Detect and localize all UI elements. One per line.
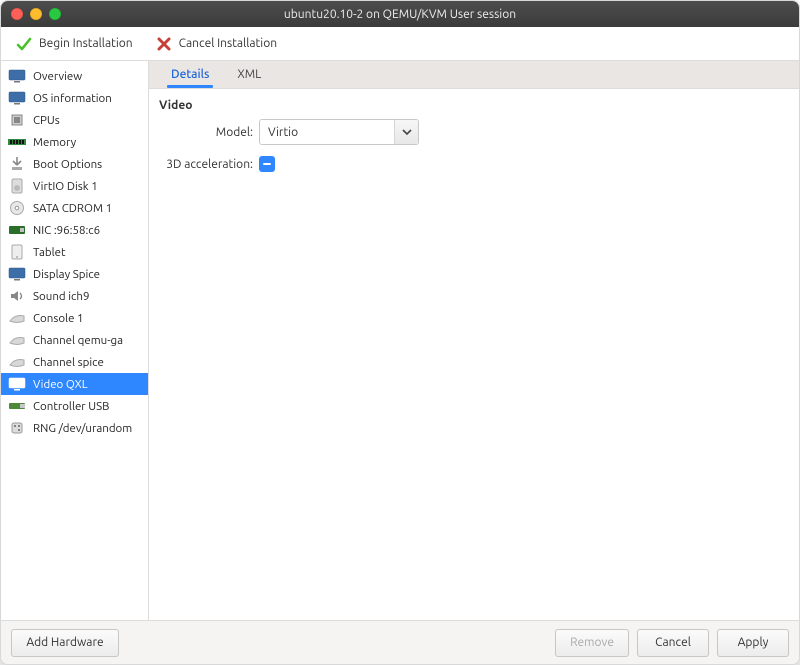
window-controls xyxy=(11,8,61,20)
sidebar-item-label: SATA CDROM 1 xyxy=(33,202,112,215)
rng-icon xyxy=(7,420,27,436)
sidebar-item-boot-options[interactable]: Boot Options xyxy=(1,153,148,175)
sidebar-list: Overview OS information CPUs Memory Boot Opt… xyxy=(1,61,148,620)
display-icon xyxy=(7,266,27,282)
content-tabs: Details XML xyxy=(149,61,799,89)
checkbox-indicator-icon xyxy=(263,163,271,165)
sidebar-item-label: RNG /dev/urandom xyxy=(33,422,132,435)
disk-icon xyxy=(7,178,27,194)
monitor-icon xyxy=(7,68,27,84)
sidebar-item-video-qxl[interactable]: Video QXL xyxy=(1,373,148,395)
sidebar-item-channel-qemu-ga[interactable]: Channel qemu-ga xyxy=(1,329,148,351)
sidebar-item-label: CPUs xyxy=(33,114,60,127)
sidebar-item-sata-cdrom-1[interactable]: SATA CDROM 1 xyxy=(1,197,148,219)
sidebar-item-label: OS information xyxy=(33,92,112,105)
sidebar-item-label: VirtIO Disk 1 xyxy=(33,180,98,193)
sidebar-item-label: Console 1 xyxy=(33,312,84,325)
monitor-icon xyxy=(7,90,27,106)
model-label: Model: xyxy=(159,126,259,139)
titlebar: ubuntu20.10-2 on QEMU/KVM User session xyxy=(1,1,799,27)
zoom-window-icon[interactable] xyxy=(49,8,61,20)
sidebar-item-label: Display Spice xyxy=(33,268,100,281)
sidebar-item-label: Channel qemu-ga xyxy=(33,334,123,347)
accel-checkbox[interactable] xyxy=(259,156,275,172)
cancel-x-icon xyxy=(155,35,173,53)
window: ubuntu20.10-2 on QEMU/KVM User session B… xyxy=(0,0,800,665)
model-value: Virtio xyxy=(268,126,298,139)
sidebar-item-memory[interactable]: Memory xyxy=(1,131,148,153)
checkmark-icon xyxy=(15,35,33,53)
apply-label: Apply xyxy=(738,636,769,649)
minimize-window-icon[interactable] xyxy=(30,8,42,20)
model-combobox[interactable]: Virtio xyxy=(259,119,419,145)
details-content: Details XML Video Model: Virtio 3D accele… xyxy=(149,61,799,620)
sidebar-item-cpus[interactable]: CPUs xyxy=(1,109,148,131)
cdrom-icon xyxy=(7,200,27,216)
tab-label: Details xyxy=(171,68,209,81)
sidebar-item-label: Video QXL xyxy=(33,378,88,391)
cancel-installation-button[interactable]: Cancel Installation xyxy=(149,32,283,56)
sidebar-item-channel-spice[interactable]: Channel spice xyxy=(1,351,148,373)
sidebar-item-label: Controller USB xyxy=(33,400,109,413)
chevron-down-icon xyxy=(394,120,418,144)
sidebar-item-label: Channel spice xyxy=(33,356,104,369)
cancel-installation-label: Cancel Installation xyxy=(179,37,277,50)
sidebar-item-controller-usb[interactable]: Controller USB xyxy=(1,395,148,417)
remove-button[interactable]: Remove xyxy=(555,629,629,657)
hardware-sidebar: Overview OS information CPUs Memory Boot Opt… xyxy=(1,61,149,620)
sidebar-item-overview[interactable]: Overview xyxy=(1,65,148,87)
begin-installation-label: Begin Installation xyxy=(39,37,133,50)
add-hardware-label: Add Hardware xyxy=(26,636,103,649)
add-hardware-button[interactable]: Add Hardware xyxy=(11,629,119,657)
main-area: Overview OS information CPUs Memory Boot Opt… xyxy=(1,61,799,620)
accel-row: 3D acceleration: xyxy=(159,150,789,178)
sidebar-item-label: Overview xyxy=(33,70,82,83)
channel-icon xyxy=(7,354,27,370)
sidebar-item-nic-96-58-c6[interactable]: NIC :96:58:c6 xyxy=(1,219,148,241)
sidebar-item-label: Sound ich9 xyxy=(33,290,89,303)
model-row: Model: Virtio xyxy=(159,118,789,146)
sidebar-item-rng-dev-urandom[interactable]: RNG /dev/urandom xyxy=(1,417,148,439)
details-panel: Video Model: Virtio 3D acceleration: xyxy=(149,89,799,620)
tab-xml[interactable]: XML xyxy=(223,61,275,88)
sidebar-item-label: NIC :96:58:c6 xyxy=(33,224,100,237)
cancel-label: Cancel xyxy=(655,636,691,649)
tab-details[interactable]: Details xyxy=(157,61,223,88)
sidebar-item-display-spice[interactable]: Display Spice xyxy=(1,263,148,285)
boot-icon xyxy=(7,156,27,172)
apply-button[interactable]: Apply xyxy=(717,629,789,657)
ram-icon xyxy=(7,134,27,150)
sidebar-item-tablet[interactable]: Tablet xyxy=(1,241,148,263)
remove-label: Remove xyxy=(570,636,614,649)
sidebar-item-virtio-disk-1[interactable]: VirtIO Disk 1 xyxy=(1,175,148,197)
close-window-icon[interactable] xyxy=(11,8,23,20)
cancel-button[interactable]: Cancel xyxy=(637,629,709,657)
sidebar-item-console-1[interactable]: Console 1 xyxy=(1,307,148,329)
video-icon xyxy=(7,376,27,392)
window-title: ubuntu20.10-2 on QEMU/KVM User session xyxy=(11,8,789,21)
console-icon xyxy=(7,310,27,326)
footer-bar: Add Hardware Remove Cancel Apply xyxy=(1,620,799,664)
sidebar-item-sound-ich9[interactable]: Sound ich9 xyxy=(1,285,148,307)
nic-icon xyxy=(7,222,27,238)
sidebar-item-os-information[interactable]: OS information xyxy=(1,87,148,109)
accel-label: 3D acceleration: xyxy=(159,158,259,171)
sound-icon xyxy=(7,288,27,304)
tab-label: XML xyxy=(237,68,261,81)
channel-icon xyxy=(7,332,27,348)
sidebar-item-label: Boot Options xyxy=(33,158,102,171)
tablet-icon xyxy=(7,244,27,260)
usb-icon xyxy=(7,398,27,414)
section-title: Video xyxy=(159,99,789,112)
cpu-icon xyxy=(7,112,27,128)
begin-installation-button[interactable]: Begin Installation xyxy=(9,32,139,56)
action-toolbar: Begin Installation Cancel Installation xyxy=(1,27,799,61)
sidebar-item-label: Tablet xyxy=(33,246,65,259)
sidebar-item-label: Memory xyxy=(33,136,76,149)
